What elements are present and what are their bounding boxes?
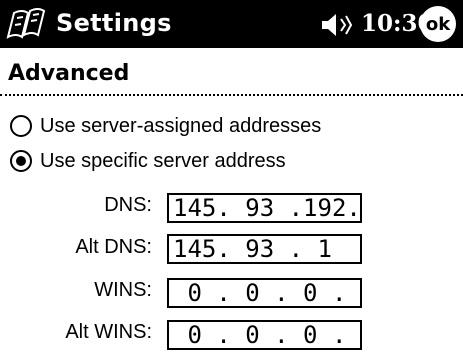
title-bar: Settings 10:30 ok — [0, 0, 463, 48]
alt-wins-label: Alt WINS: — [65, 321, 152, 343]
radio-server-assigned[interactable]: Use server-assigned addresses — [10, 110, 321, 142]
wins-input[interactable]: 0 . 0 . 0 . 0 — [167, 278, 362, 308]
radio-button-unchecked[interactable] — [10, 115, 32, 137]
speaker-icon[interactable] — [320, 12, 354, 38]
dns-input[interactable]: 145. 93 .192. 1 — [167, 193, 362, 223]
page-title: Advanced — [8, 61, 130, 86]
dns-label: DNS: — [104, 194, 152, 216]
window-title: Settings — [56, 9, 172, 37]
radio-label-specific-server: Use specific server address — [40, 149, 286, 172]
alt-dns-input[interactable]: 145. 93 . 1 . 1 — [167, 234, 362, 264]
alt-dns-label: Alt DNS: — [75, 236, 152, 258]
heading-divider — [0, 94, 463, 96]
wins-label: WINS: — [94, 279, 152, 301]
radio-label-server-assigned: Use server-assigned addresses — [40, 114, 322, 137]
ok-button[interactable]: ok — [420, 6, 456, 42]
windows-flag-icon[interactable] — [4, 7, 48, 41]
radio-button-checked[interactable] — [10, 150, 32, 172]
radio-specific-server[interactable]: Use specific server address — [10, 145, 286, 177]
alt-wins-input[interactable]: 0 . 0 . 0 . 0 — [167, 320, 362, 350]
